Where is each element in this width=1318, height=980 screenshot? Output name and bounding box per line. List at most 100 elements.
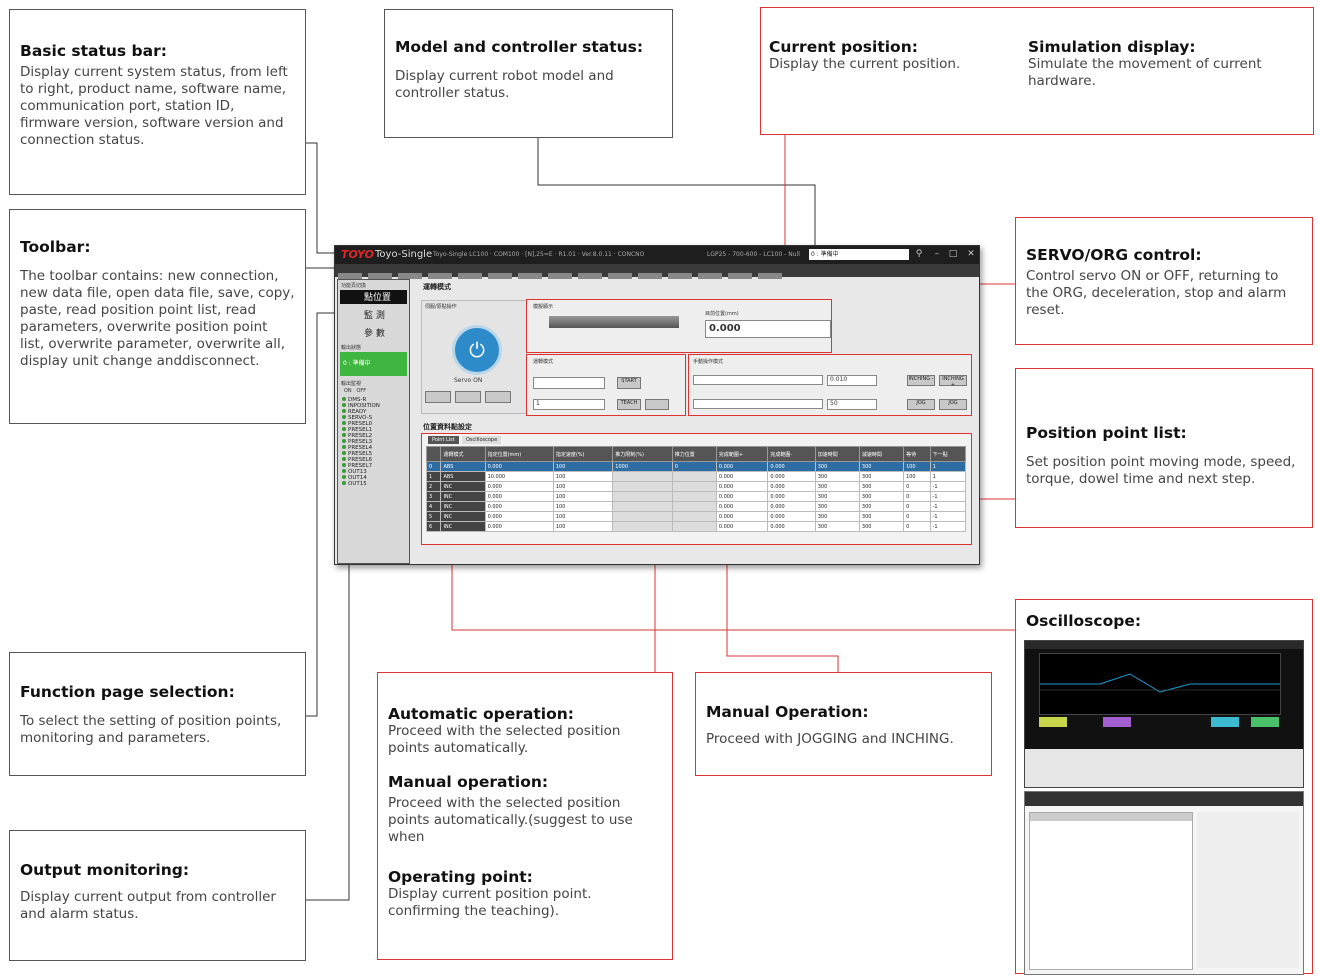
table-cell[interactable]: 1000	[612, 461, 673, 472]
power-icon[interactable]: ⏻	[452, 325, 502, 375]
table-row[interactable]: 4 INC 0.000 100 0.000 0.000 300 300 0 -1	[426, 501, 966, 512]
table-cell[interactable]: 300	[814, 521, 860, 532]
inching-minus-button[interactable]: INCHING -	[907, 375, 935, 386]
jog-slider[interactable]	[693, 399, 823, 409]
table-cell[interactable]: 0	[426, 461, 442, 472]
table-cell[interactable]: 0.000	[767, 481, 816, 492]
teach-button[interactable]: TEACH	[617, 399, 641, 410]
table-cell[interactable]: 300	[858, 491, 905, 502]
toolbar-button[interactable]	[668, 273, 692, 279]
inching-value[interactable]: 0.010	[827, 375, 877, 386]
table-cell[interactable]: 300	[814, 471, 860, 482]
table-cell[interactable]: 300	[858, 461, 905, 472]
table-cell[interactable]: 0.000	[484, 521, 554, 532]
table-cell[interactable]: 0.000	[715, 471, 769, 482]
table-cell[interactable]: 300	[858, 481, 905, 492]
table-row[interactable]: 2 INC 0.000 100 0.000 0.000 300 300 0 -1	[426, 481, 966, 492]
table-cell[interactable]: ABS	[440, 461, 486, 472]
table-cell[interactable]: 0.000	[484, 481, 554, 492]
table-cell[interactable]	[612, 481, 673, 492]
org-button[interactable]	[425, 391, 451, 403]
table-cell[interactable]: -1	[929, 491, 966, 502]
table-cell[interactable]: -1	[929, 501, 966, 512]
start-button[interactable]: START	[617, 377, 641, 389]
tab-oscilloscope[interactable]: Oscilloscope	[462, 436, 502, 444]
table-cell[interactable]: 300	[858, 471, 905, 482]
table-cell[interactable]: 1	[929, 461, 966, 472]
table-cell[interactable]: 0.000	[715, 461, 769, 472]
toolbar-button[interactable]	[758, 273, 782, 279]
table-cell[interactable]: 0.000	[767, 471, 816, 482]
table-cell[interactable]: 0.000	[484, 461, 554, 472]
table-cell[interactable]: 300	[814, 481, 860, 492]
table-cell[interactable]: 0.000	[715, 481, 769, 492]
table-cell[interactable]: 0	[903, 491, 931, 502]
toolbar-button[interactable]	[728, 273, 752, 279]
table-cell[interactable]: 3	[426, 491, 442, 502]
table-cell[interactable]: 100	[552, 521, 614, 532]
table-cell[interactable]: INC	[440, 511, 486, 522]
table-cell[interactable]: 100	[552, 471, 614, 482]
table-cell[interactable]: 300	[814, 511, 860, 522]
toolbar-button[interactable]	[698, 273, 722, 279]
table-cell[interactable]: 4	[426, 501, 442, 512]
table-cell[interactable]	[671, 491, 717, 502]
table-cell[interactable]: 100	[903, 461, 931, 472]
table-cell[interactable]	[612, 521, 673, 532]
table-cell[interactable]	[612, 491, 673, 502]
table-cell[interactable]: 0.000	[767, 501, 816, 512]
table-cell[interactable]: ABS	[440, 471, 486, 482]
search-icon[interactable]: ⚲	[911, 247, 927, 262]
table-cell[interactable]: 1	[426, 471, 442, 482]
inching-plus-button[interactable]: INCHING +	[939, 375, 967, 388]
table-cell[interactable]: 0	[903, 521, 931, 532]
table-cell[interactable]: 300	[858, 501, 905, 512]
table-cell[interactable]: 300	[858, 521, 905, 532]
table-cell[interactable]: -1	[929, 511, 966, 522]
table-cell[interactable]: 0.000	[715, 491, 769, 502]
toolbar-button[interactable]	[488, 273, 512, 279]
table-cell[interactable]: 0.000	[715, 511, 769, 522]
table-cell[interactable]: 300	[814, 501, 860, 512]
tab-point-list[interactable]: Point List	[428, 436, 459, 444]
table-row[interactable]: 6 INC 0.000 100 0.000 0.000 300 300 0 -1	[426, 521, 966, 532]
table-cell[interactable]: 10.000	[484, 471, 554, 482]
table-cell[interactable]: 0.000	[484, 491, 554, 502]
table-cell[interactable]: 0.000	[767, 511, 816, 522]
table-cell[interactable]: 0.000	[484, 511, 554, 522]
jog-plus-button[interactable]: JOG	[939, 399, 967, 410]
table-cell[interactable]: 100	[552, 491, 614, 502]
table-cell[interactable]: INC	[440, 481, 486, 492]
table-cell[interactable]: 0	[903, 501, 931, 512]
operating-point[interactable]: 1	[533, 399, 605, 410]
table-row[interactable]: 1 ABS 10.000 100 0.000 0.000 300 300 100 1	[426, 471, 966, 482]
toolbar-button[interactable]	[548, 273, 572, 279]
toolbar-button[interactable]	[638, 273, 662, 279]
toolbar-button[interactable]	[428, 273, 452, 279]
maximize-icon[interactable]: □	[945, 247, 961, 262]
table-row[interactable]: 5 INC 0.000 100 0.000 0.000 300 300 0 -1	[426, 511, 966, 522]
table-cell[interactable]: -1	[929, 481, 966, 492]
table-cell[interactable]: -1	[929, 521, 966, 532]
tab-monitor[interactable]: 監 測	[340, 308, 407, 322]
toolbar-button[interactable]	[458, 273, 482, 279]
table-cell[interactable]: 5	[426, 511, 442, 522]
table-cell[interactable]: 100	[552, 481, 614, 492]
minimize-icon[interactable]: –	[929, 247, 945, 262]
table-cell[interactable]	[671, 511, 717, 522]
reset-button[interactable]	[485, 391, 511, 403]
table-cell[interactable]: 6	[426, 521, 442, 532]
toolbar-button[interactable]	[578, 273, 602, 279]
table-cell[interactable]: 300	[814, 491, 860, 502]
table-cell[interactable]: 100	[552, 511, 614, 522]
table-cell[interactable]: 0	[671, 461, 717, 472]
table-cell[interactable]: 100	[552, 461, 614, 472]
table-cell[interactable]	[612, 471, 673, 482]
table-cell[interactable]	[612, 501, 673, 512]
inching-slider[interactable]	[693, 375, 823, 385]
table-row[interactable]: 0 ABS 0.000 100 1000 0 0.000 0.000 300 300 100 1	[426, 461, 966, 472]
table-cell[interactable]	[671, 521, 717, 532]
table-cell[interactable]: 0.000	[767, 461, 816, 472]
table-cell[interactable]: 0.000	[715, 521, 769, 532]
table-cell[interactable]: 300	[814, 461, 860, 472]
